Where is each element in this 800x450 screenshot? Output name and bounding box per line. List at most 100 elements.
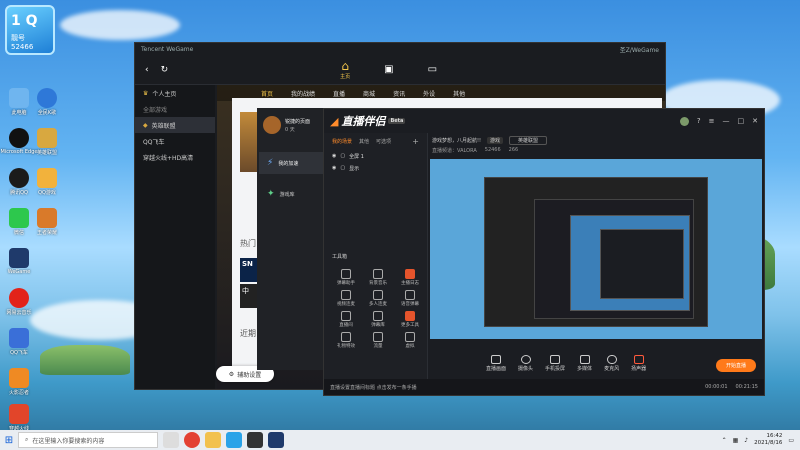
minimize-icon[interactable]: — [723,117,730,126]
back-icon[interactable]: ‹ [145,65,149,75]
taskbar-search[interactable]: ⌕ 在这里输入你要搜索的内容 [18,432,158,448]
live-title[interactable]: 游戏梦想，八月起航!! [432,137,481,144]
tab-home[interactable]: 首页 [261,89,273,98]
maximize-icon[interactable]: □ [738,117,745,126]
desktop-icon-lol[interactable]: 英雄联盟 [32,128,62,156]
sidebar-item-profile[interactable]: ♛ 个人主页 [135,85,215,101]
ctl-speaker[interactable]: 扬声器 [631,354,647,372]
ctl-mic[interactable]: 麦克风 [604,354,619,372]
tool-item[interactable]: 语音弹幕 [394,290,426,307]
tab-optional[interactable]: 可选项 [376,138,391,145]
desktop-icon-qq[interactable]: 腾讯QQ [4,168,34,196]
qq-badge-widget[interactable]: 1 Q 靓号 52466 [5,5,55,55]
tool-item[interactable]: 礼物特效 [330,332,362,349]
desktop-icon-wegame[interactable]: WeGame [4,248,34,275]
ctl-screen[interactable]: 直播画面 [486,354,506,372]
tab-other[interactable]: 其他 [453,89,465,98]
refresh-icon[interactable]: ↻ [161,65,169,75]
desktop-icon-cf[interactable]: 穿越火线 [4,404,34,432]
avatar[interactable] [263,116,281,134]
tool-item[interactable]: 流量 [362,332,394,349]
live-preview[interactable] [430,159,762,339]
category-tag[interactable]: 游戏 [487,136,504,144]
danmu-lib-icon [373,311,383,321]
avatar-small[interactable] [679,116,689,126]
room-icon [341,311,351,321]
tool-item[interactable]: 弹幕助手 [330,269,362,286]
qq-speed-icon [9,328,29,348]
tool-item[interactable]: 视频连麦 [330,290,362,307]
eye-icon[interactable]: ◉ [332,153,336,159]
netease-music-icon [9,288,29,308]
chrome-icon[interactable] [184,432,200,448]
ctl-media[interactable]: 多媒体 [577,354,592,372]
panel-item-library[interactable]: ✦ 游戏库 [259,184,323,204]
task-view-icon[interactable] [163,432,179,448]
store-app-icon[interactable] [226,432,242,448]
floating-island [40,345,130,375]
desktop-icon-qqgame[interactable]: QQ游戏 [32,168,62,196]
windows-start-icon[interactable]: ⊞ [0,435,18,446]
ctl-phone[interactable]: 手机投屏 [545,354,565,372]
network-icon[interactable]: ▦ [733,437,739,444]
file-explorer-icon[interactable] [205,432,221,448]
tab-gear[interactable]: 外设 [423,89,435,98]
tab-live[interactable]: 直播 [333,89,345,98]
live-app-icon[interactable] [247,432,263,448]
desktop-icon-kge[interactable]: 全民K歌 [32,88,62,116]
video-icon[interactable]: ▭ [428,64,437,75]
volume-icon[interactable]: ♪ [744,437,748,444]
panel-item-accelerate[interactable]: ⚡ 我的加速 [259,152,323,174]
wegame-taskbar-icon[interactable] [268,432,284,448]
store-icon[interactable]: ▣ [384,64,393,75]
wegame-toolbar: ‹ ↻ ⌂ 主页 ▣ ▭ [135,55,665,85]
tab-news[interactable]: 资讯 [393,89,405,98]
help-icon[interactable]: ? [697,117,701,126]
tool-item[interactable]: 更多工具 [394,311,426,328]
tab-other-scene[interactable]: 其他 [359,138,369,145]
danmu-icon [341,269,351,279]
tool-item[interactable]: 主播日志 [394,269,426,286]
desktop-icon-naruto[interactable]: 火影忍者 [4,368,34,396]
add-scene-icon[interactable]: + [412,137,419,146]
desktop-icon-wechat[interactable]: 微信 [4,208,34,236]
tool-item[interactable]: 多人连麦 [362,290,394,307]
lock-icon[interactable]: ▢ [340,165,345,171]
desktop-icon-netease[interactable]: 网易云音乐 [4,288,34,316]
sidebar-item-qqspeed[interactable]: QQ飞车 [135,133,215,149]
desktop-icon-pc[interactable]: 此电脑 [4,88,34,116]
tray-chevron-icon[interactable]: ⌃ [722,437,727,444]
menu-icon[interactable]: ≡ [709,117,715,126]
sidebar-item-lol[interactable]: ◆ 英雄联盟 [135,117,215,133]
go-live-button[interactable]: 开始直播 [716,359,756,372]
notification-icon[interactable]: ▭ [788,437,794,444]
category-select[interactable]: 英雄联盟 [509,135,548,145]
sn-tile-label: SN [242,260,253,268]
desktop-icon-wzry[interactable]: 王者荣耀 [32,208,62,236]
nav-home[interactable]: ⌂ 主页 [340,59,350,80]
lock-icon[interactable]: ▢ [340,153,345,159]
desktop-icon-qqspeed[interactable]: QQ飞车 [4,328,34,356]
wegame-titlebar[interactable]: Tencent WeGame 圣Z/WeGame [135,43,665,55]
desktop-icon-edge[interactable]: Microsoft Edge [1,128,37,155]
tab-my-scene[interactable]: 我的场景 [332,138,352,145]
clock[interactable]: 16:42 2021/8/16 [754,433,782,447]
eye-icon[interactable]: ◉ [332,165,336,171]
tab-mall[interactable]: 商城 [363,89,375,98]
scene-item[interactable]: ◉ ▢ 显示 [324,162,427,174]
sidebar-item-cf[interactable]: 穿越火线+HD高清 [135,149,215,165]
live-companion-window[interactable]: ◢ 直播伴侣 Beta ? ≡ — □ ✕ 我的场景 其他 可选项 + ◉ ▢ 全屏 1 ◉ ▢… [323,108,765,396]
tool-item[interactable]: 弹幕库 [362,311,394,328]
close-icon[interactable]: ✕ [752,117,758,126]
scene-item[interactable]: ◉ ▢ 全屏 1 [324,150,427,162]
ctl-label: 扬声器 [631,365,647,372]
king-glory-icon [37,208,57,228]
tool-item[interactable]: 直播间 [330,311,362,328]
wegame-user[interactable]: 圣Z/WeGame [620,45,659,54]
tool-item[interactable]: 虚拟 [394,332,426,349]
ctl-camera[interactable]: 摄像头 [518,354,533,372]
tool-item[interactable]: 背景音乐 [362,269,394,286]
status-times: 00:00:01 00:21:15 [705,384,758,390]
tab-record[interactable]: 我的战绩 [291,89,315,98]
sidebar-item-all[interactable]: 全部游戏 [135,101,215,117]
